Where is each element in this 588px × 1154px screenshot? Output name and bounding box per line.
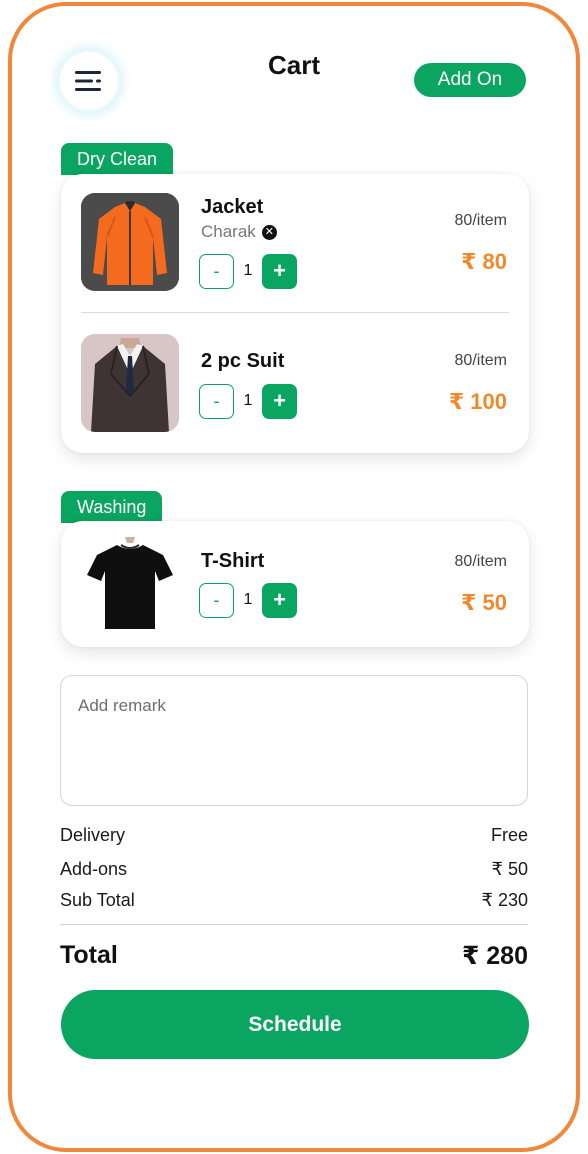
item-vendor: Charak ✕ <box>201 222 277 242</box>
schedule-button[interactable]: Schedule <box>61 990 529 1059</box>
section-tag-dry-clean: Dry Clean <box>61 143 174 175</box>
item-rate: 80/item <box>454 352 507 369</box>
remove-vendor-icon[interactable]: ✕ <box>261 224 277 240</box>
vendor-label: Charak <box>201 222 256 241</box>
remark-input[interactable] <box>60 675 528 806</box>
quantity-value: 1 <box>243 591 253 608</box>
suit-image <box>81 334 179 432</box>
total-value: ₹ 280 <box>461 942 528 970</box>
addons-row: Add-ons ₹ 50 <box>60 859 528 880</box>
subtotal-label: Sub Total <box>60 890 135 910</box>
quantity-stepper: - 1 + <box>199 383 297 419</box>
tshirt-image <box>81 535 179 633</box>
item-price: ₹ 50 <box>461 590 507 615</box>
increment-button[interactable]: + <box>262 582 297 618</box>
dry-clean-card: Jacket Charak ✕ 80/item ₹ 80 - 1 + 2 pc <box>61 174 529 453</box>
decrement-button[interactable]: - <box>199 582 234 618</box>
total-row: Total ₹ 280 <box>60 941 528 971</box>
section-tag-washing: Washing <box>61 491 163 523</box>
add-on-button[interactable]: Add On <box>414 63 526 97</box>
addons-value: ₹ 50 <box>491 859 528 879</box>
jacket-image <box>81 193 179 291</box>
washing-card: T-Shirt 80/item ₹ 50 - 1 + <box>61 521 529 647</box>
item-divider <box>81 312 509 313</box>
item-rate: 80/item <box>454 212 507 229</box>
item-name: 2 pc Suit <box>201 350 285 372</box>
delivery-label: Delivery <box>60 825 126 845</box>
decrement-button[interactable]: - <box>199 383 234 419</box>
decrement-button[interactable]: - <box>199 253 234 289</box>
delivery-row: Delivery Free <box>60 825 528 846</box>
addons-label: Add-ons <box>60 859 128 879</box>
total-label: Total <box>60 941 118 969</box>
quantity-stepper: - 1 + <box>199 582 297 618</box>
item-name: Jacket <box>201 196 264 218</box>
delivery-value: Free <box>490 825 528 845</box>
item-price: ₹ 80 <box>461 249 507 274</box>
quantity-value: 1 <box>243 392 253 409</box>
quantity-value: 1 <box>243 262 253 279</box>
summary-divider <box>60 924 528 925</box>
quantity-stepper: - 1 + <box>199 253 297 289</box>
increment-button[interactable]: + <box>262 383 297 419</box>
subtotal-value: ₹ 230 <box>481 890 529 910</box>
increment-button[interactable]: + <box>262 253 297 289</box>
subtotal-row: Sub Total ₹ 230 <box>60 890 528 911</box>
item-rate: 80/item <box>454 553 507 570</box>
item-price: ₹ 100 <box>448 389 507 414</box>
item-name: T-Shirt <box>201 550 265 572</box>
